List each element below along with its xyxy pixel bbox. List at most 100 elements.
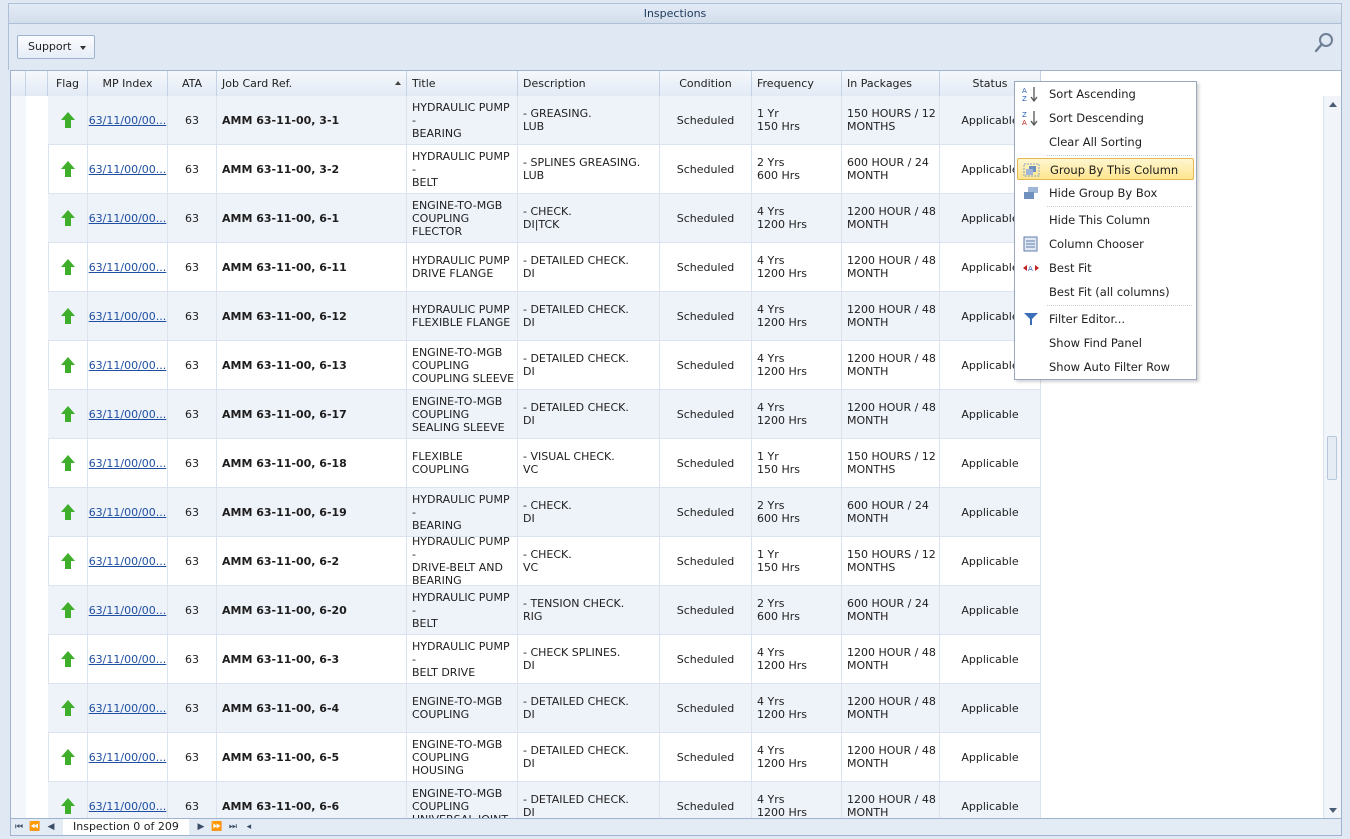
flag-cell (48, 96, 88, 144)
menu-item-sort-descending[interactable]: Z A Sort Descending (1017, 107, 1194, 129)
mp-index-link[interactable]: 63/11/00/00... (89, 212, 167, 225)
ata-cell: 63 (168, 341, 217, 389)
table-row[interactable]: 63/11/00/00... 63 AMM 63-11-00, 6-4 ENGINE-… (48, 684, 1041, 733)
mp-index-link[interactable]: 63/11/00/00... (89, 457, 167, 470)
title-cell: HYDRAULIC PUMP FLEXIBLE FLANGE (407, 292, 518, 340)
mp-index-link[interactable]: 63/11/00/00... (89, 408, 167, 421)
title-cell-text: HYDRAULIC PUMP - BEARING (412, 492, 510, 532)
column-header-title[interactable]: Title (407, 71, 518, 96)
status-cell: Applicable (940, 684, 1041, 732)
column-header-in-packages[interactable]: In Packages (842, 71, 940, 96)
frequency-cell: 4 Yrs 1200 Hrs (752, 292, 842, 340)
column-header-job-card-ref[interactable]: Job Card Ref. (217, 71, 407, 96)
scroll-up-arrow-icon[interactable] (1329, 102, 1337, 107)
mp-index-link[interactable]: 63/11/00/00... (89, 653, 167, 666)
table-row[interactable]: 63/11/00/00... 63 AMM 63-11-00, 6-13 ENGINE… (48, 341, 1041, 390)
scroll-down-arrow-icon[interactable] (1329, 808, 1337, 813)
menu-item-hide-group-by-box[interactable]: Hide Group By Box (1017, 182, 1194, 204)
status-cell: Applicable (940, 586, 1041, 634)
vertical-scrollbar[interactable] (1323, 96, 1341, 819)
ata-cell: 63 (168, 635, 217, 683)
title-cell-text: ENGINE-TO-MGB COUPLING HOUSING (412, 737, 503, 777)
frequency-cell: 4 Yrs 1200 Hrs (752, 733, 842, 781)
scroll-left-icon[interactable]: ◂ (241, 819, 257, 835)
ata-cell: 63 (168, 439, 217, 487)
scrollbar-thumb[interactable] (1327, 436, 1337, 480)
table-row[interactable]: 63/11/00/00... 63 AMM 63-11-00, 3-2 HYDRAUL… (48, 145, 1041, 194)
svg-text:Z: Z (1022, 111, 1027, 119)
mp-index-link[interactable]: 63/11/00/00... (89, 261, 167, 274)
title-cell-text: HYDRAULIC PUMP - BELT (412, 590, 510, 630)
menu-item-show-find-panel[interactable]: Show Find Panel (1017, 332, 1194, 354)
table-row[interactable]: 63/11/00/00... 63 AMM 63-11-00, 6-6 ENGINE-… (48, 782, 1041, 819)
status-cell: Applicable (940, 390, 1041, 438)
condition-cell-text: Scheduled (676, 799, 735, 813)
ata-cell-text: 63 (185, 603, 199, 617)
mp-index-link[interactable]: 63/11/00/00... (89, 359, 167, 372)
table-row[interactable]: 63/11/00/00... 63 AMM 63-11-00, 6-5 ENGINE-… (48, 733, 1041, 782)
table-row[interactable]: 63/11/00/00... 63 AMM 63-11-00, 6-1 ENGINE-… (48, 194, 1041, 243)
condition-cell: Scheduled (660, 194, 752, 242)
first-record-icon[interactable]: ⏮ (11, 819, 27, 835)
svg-text:A: A (1022, 87, 1027, 95)
mp-index-link[interactable]: 63/11/00/00... (89, 555, 167, 568)
last-record-icon[interactable]: ⏭ (225, 819, 241, 835)
column-header-mp-index[interactable]: MP Index (88, 71, 168, 96)
previous-record-icon[interactable]: ◀ (43, 819, 59, 835)
mp-index-link[interactable]: 63/11/00/00... (89, 604, 167, 617)
column-header-description[interactable]: Description (518, 71, 660, 96)
mp-index-link[interactable]: 63/11/00/00... (89, 800, 167, 813)
table-row[interactable]: 63/11/00/00... 63 AMM 63-11-00, 3-1 HYDRAUL… (48, 96, 1041, 145)
title-cell-text: ENGINE-TO-MGB COUPLING SEALING SLEEVE (412, 394, 505, 434)
mp-index-link[interactable]: 63/11/00/00... (89, 506, 167, 519)
menu-item-sort-ascending[interactable]: A Z Sort Ascending (1017, 83, 1194, 105)
flag-cell (48, 390, 88, 438)
search-icon[interactable] (1313, 32, 1335, 54)
table-row[interactable]: 63/11/00/00... 63 AMM 63-11-00, 6-17 ENGINE… (48, 390, 1041, 439)
mp-index-link[interactable]: 63/11/00/00... (89, 751, 167, 764)
status-cell-text: Applicable (961, 799, 1019, 813)
next-record-icon[interactable]: ▶ (193, 819, 209, 835)
flag-cell (48, 635, 88, 683)
job-card-ref-cell-text: AMM 63-11-00, 6-19 (222, 505, 347, 519)
sort-descending-icon: ZA (1022, 110, 1040, 127)
menu-item-label: Best Fit (1049, 261, 1092, 275)
mp-index-link[interactable]: 63/11/00/00... (89, 310, 167, 323)
next-page-icon[interactable]: ⏩ (209, 819, 225, 835)
menu-item-show-auto-filter-row[interactable]: Show Auto Filter Row (1017, 356, 1194, 378)
frequency-cell-text: 4 Yrs 1200 Hrs (757, 744, 808, 770)
mp-index-link[interactable]: 63/11/00/00... (89, 114, 167, 127)
menu-item-column-chooser[interactable]: Column Chooser (1017, 233, 1194, 255)
menu-item-best-fit-all-columns[interactable]: Best Fit (all columns) (1017, 281, 1194, 303)
mp-index-cell: 63/11/00/00... (88, 194, 168, 242)
table-row[interactable]: 63/11/00/00... 63 AMM 63-11-00, 6-2 HYDRAUL… (48, 537, 1041, 586)
column-header-ata[interactable]: ATA (168, 71, 217, 96)
previous-page-icon[interactable]: ⏪ (27, 819, 43, 835)
support-dropdown-button[interactable]: Support (17, 35, 95, 59)
table-row[interactable]: 63/11/00/00... 63 AMM 63-11-00, 6-12 HYDRAU… (48, 292, 1041, 341)
title-cell: HYDRAULIC PUMP DRIVE FLANGE (407, 243, 518, 291)
menu-item-hide-this-column[interactable]: Hide This Column (1017, 209, 1194, 231)
table-row[interactable]: 63/11/00/00... 63 AMM 63-11-00, 6-20 HYDRAU… (48, 586, 1041, 635)
menu-item-clear-all-sorting[interactable]: Clear All Sorting (1017, 131, 1194, 153)
in-packages-cell-text: 1200 HOUR / 48 MONTH (847, 254, 936, 280)
mp-index-link[interactable]: 63/11/00/00... (89, 702, 167, 715)
status-cell-text: Applicable (961, 407, 1019, 421)
description-cell: - GREASING. LUB (518, 96, 660, 144)
table-row[interactable]: 63/11/00/00... 63 AMM 63-11-00, 6-19 HYDRAU… (48, 488, 1041, 537)
ata-cell: 63 (168, 586, 217, 634)
menu-item-filter-editor[interactable]: Filter Editor... (1017, 308, 1194, 330)
ata-cell-text: 63 (185, 211, 199, 225)
menu-item-label: Clear All Sorting (1049, 135, 1142, 149)
frequency-cell-text: 4 Yrs 1200 Hrs (757, 793, 808, 819)
table-row[interactable]: 63/11/00/00... 63 AMM 63-11-00, 6-18 FLEXIB… (48, 439, 1041, 488)
menu-item-group-by-this-column[interactable]: Group By This Column (1017, 158, 1194, 180)
column-header-frequency[interactable]: Frequency (752, 71, 842, 96)
table-row[interactable]: 63/11/00/00... 63 AMM 63-11-00, 6-11 HYDRAU… (48, 243, 1041, 292)
mp-index-link[interactable]: 63/11/00/00... (89, 163, 167, 176)
menu-item-best-fit[interactable]: A Best Fit (1017, 257, 1194, 279)
status-cell-text: Applicable (961, 162, 1019, 176)
table-row[interactable]: 63/11/00/00... 63 AMM 63-11-00, 6-3 HYDRAUL… (48, 635, 1041, 684)
column-header-flag[interactable]: Flag (48, 71, 88, 96)
column-header-condition[interactable]: Condition (660, 71, 752, 96)
